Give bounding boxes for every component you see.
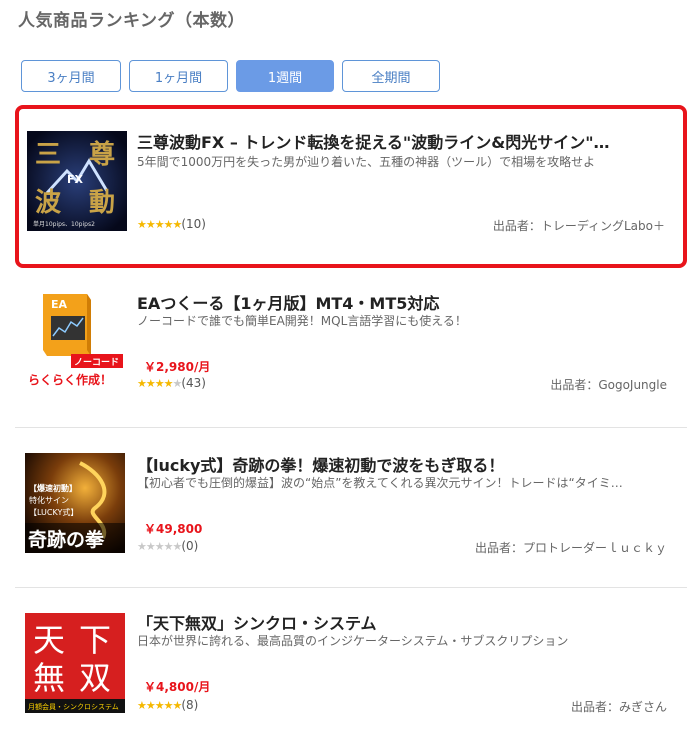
- product-price: ￥4,800/月: [144, 680, 211, 694]
- product-title[interactable]: EAつくーる【1ヶ月版】MT4・MT5対応: [137, 290, 665, 314]
- list-item[interactable]: 天 下 無 双 月額会員・シンクロシステム 「天下無双」シンクロ・システム 日本…: [15, 588, 687, 746]
- thumb-char: 無: [33, 659, 65, 697]
- thumb-char: 天: [33, 621, 65, 659]
- product-rating: ★★★★★(10): [137, 217, 206, 231]
- star-rating-icon: ★★★★★: [137, 540, 182, 553]
- review-count: (8): [181, 698, 199, 712]
- thumb-char: 双: [79, 659, 111, 697]
- thumb-char: 動: [89, 188, 115, 218]
- product-description: 日本が世界に誇れる、最高品質のインジケーターシステム・サブスクリプション: [137, 634, 569, 648]
- star-rating-icon: ★★★★★: [137, 699, 182, 712]
- tab-3-months[interactable]: 3ヶ月間: [21, 60, 121, 92]
- product-image: EA ノーコード らくらく作成！: [25, 286, 125, 388]
- seller-name: 出品者：GogoJungle: [550, 378, 667, 392]
- star-rating-icon: ★★★★★: [137, 218, 182, 231]
- product-title[interactable]: 三尊波動FX – トレンド転換を捉える"波動ライン&閃光サイン"…: [137, 129, 665, 153]
- product-thumbnail[interactable]: 三 尊 FX 波 動 単月10pips、10pips2: [27, 131, 127, 231]
- star-rating-icon: ★★★★★: [137, 377, 182, 390]
- product-image: 天 下 無 双 月額会員・シンクロシステム: [25, 613, 125, 713]
- product-description: ノーコードで誰でも簡単EA開発！MQL言語学習にも使える！: [137, 314, 467, 328]
- list-item[interactable]: 三 尊 FX 波 動 単月10pips、10pips2 三尊波動FX – トレン…: [15, 105, 687, 268]
- thumb-char: 【LUCKY式】: [29, 507, 78, 517]
- product-price: ￥49,800: [144, 522, 203, 536]
- thumb-caption: 奇跡の拳: [28, 528, 105, 551]
- thumb-char: 波: [35, 188, 62, 218]
- product-price: ￥2,980/月: [144, 360, 211, 374]
- ranking-list: 三 尊 FX 波 動 単月10pips、10pips2 三尊波動FX – トレン…: [15, 105, 687, 746]
- list-item[interactable]: 【爆速初動】 特化サイン 【LUCKY式】 奇跡の拳 【lucky式】奇跡の拳！…: [15, 428, 687, 588]
- review-count: (43): [181, 376, 206, 390]
- product-rating: ★★★★★(0): [137, 539, 198, 553]
- review-count: (0): [181, 539, 199, 553]
- page-title: 人気商品ランキング（本数）: [18, 11, 245, 31]
- tab-1-week[interactable]: 1週間: [236, 60, 334, 92]
- product-title[interactable]: 【lucky式】奇跡の拳！爆速初動で波をもぎ取る！: [137, 452, 665, 476]
- thumb-char: FX: [67, 173, 84, 186]
- product-image: 三 尊 FX 波 動 単月10pips、10pips2: [27, 131, 127, 231]
- thumb-char: 【爆速初動】: [29, 483, 77, 493]
- thumb-caption: 月額会員・シンクロシステム: [28, 702, 119, 711]
- list-item[interactable]: EA ノーコード らくらく作成！ EAつくーる【1ヶ月版】MT4・MT5対応 ノ…: [15, 278, 687, 428]
- thumb-badge: ノーコード: [74, 357, 119, 368]
- tab-1-month[interactable]: 1ヶ月間: [129, 60, 228, 92]
- product-description: 【初心者でも圧倒的爆益】波の“始点”を教えてくれる異次元サイン！トレードは“タイ…: [137, 476, 623, 490]
- period-tabs: 3ヶ月間 1ヶ月間 1週間 全期間: [21, 60, 440, 92]
- thumb-char: 特化サイン: [29, 495, 69, 505]
- thumb-char: 三: [35, 140, 61, 170]
- thumb-caption: らくらく作成！: [28, 372, 112, 387]
- product-thumbnail[interactable]: EA ノーコード らくらく作成！: [25, 286, 125, 388]
- product-rating: ★★★★★(43): [137, 376, 206, 390]
- product-thumbnail[interactable]: 天 下 無 双 月額会員・シンクロシステム: [25, 613, 125, 713]
- thumb-char: EA: [51, 298, 68, 311]
- seller-name: 出品者：みぎさん: [570, 700, 667, 714]
- seller-name: 出品者：トレーディングLabo＋: [492, 219, 665, 233]
- thumb-char: 下: [79, 621, 111, 659]
- product-thumbnail[interactable]: 【爆速初動】 特化サイン 【LUCKY式】 奇跡の拳: [25, 453, 125, 553]
- product-description: 5年間で1000万円を失った男が辿り着いた、五種の神器（ツール）で相場を攻略せよ: [137, 155, 596, 169]
- product-rating: ★★★★★(8): [137, 698, 198, 712]
- product-title[interactable]: 「天下無双」シンクロ・システム: [137, 610, 665, 634]
- tab-all-time[interactable]: 全期間: [342, 60, 440, 92]
- seller-name: 出品者：プロトレーダーｌｕｃｋｙ: [474, 541, 667, 555]
- thumb-char: 尊: [89, 139, 115, 170]
- product-image: 【爆速初動】 特化サイン 【LUCKY式】 奇跡の拳: [25, 453, 125, 553]
- review-count: (10): [181, 217, 206, 231]
- thumb-caption: 単月10pips、10pips2: [33, 220, 95, 228]
